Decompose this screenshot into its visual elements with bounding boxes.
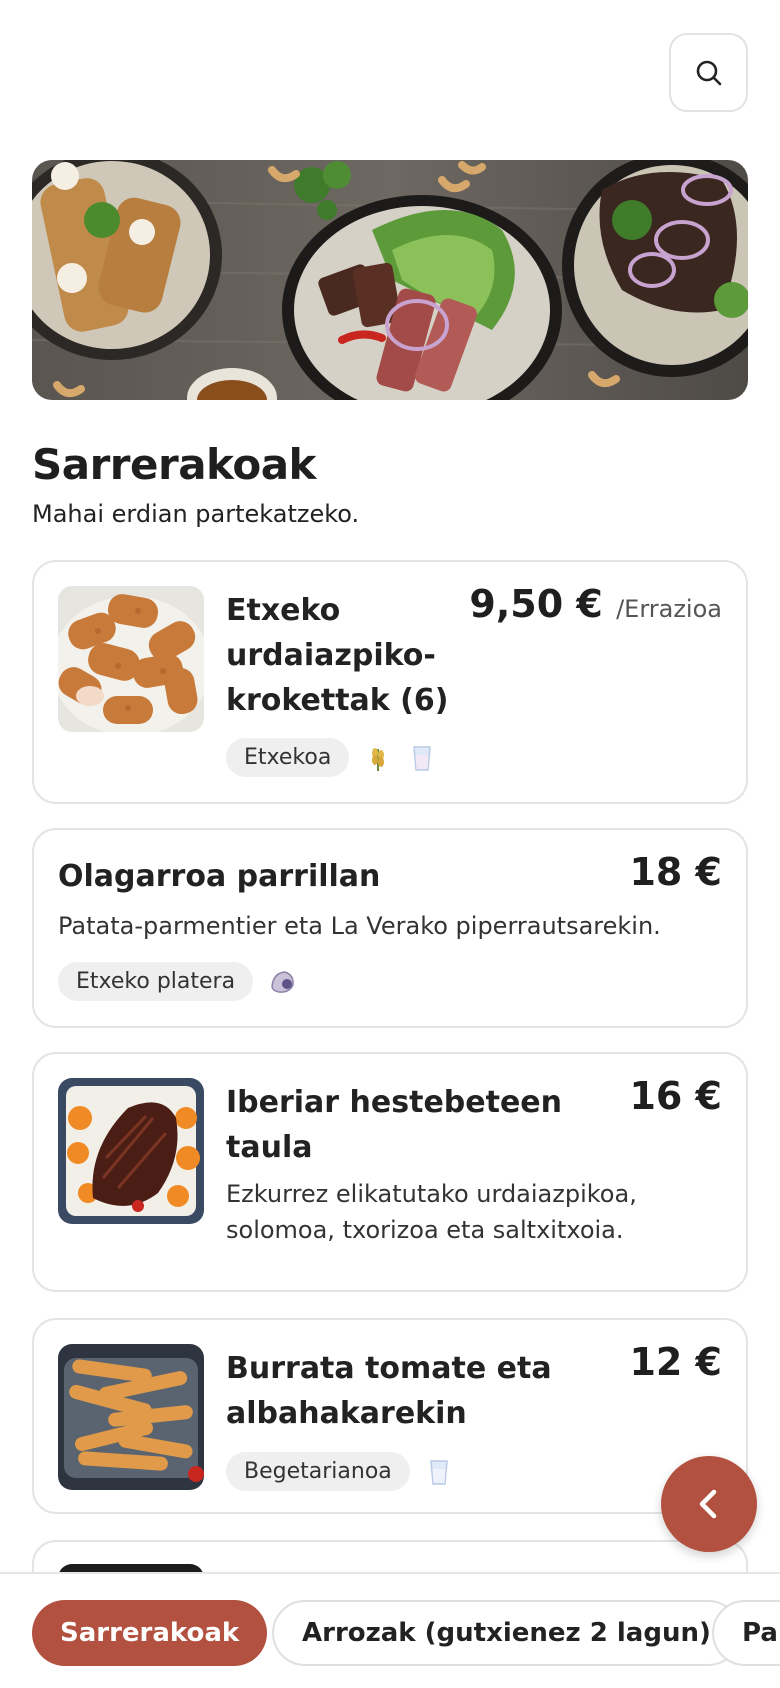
item-name: Etxeko urdaiazpiko-krokettak (6) [226, 593, 449, 718]
menu-item-card[interactable]: Olagarroa parrillan 18 € Patata-parmenti… [32, 828, 748, 1028]
item-tags: Etxekoa [226, 738, 437, 777]
item-price-value: 18 € [629, 850, 722, 894]
item-price: 9,50 € /Errazioa [469, 582, 722, 626]
item-tag: Etxekoa [226, 738, 350, 777]
section-title: Sarrerakoak [32, 440, 317, 489]
back-fab-button[interactable] [661, 1456, 757, 1552]
category-tab-par[interactable]: Par [712, 1600, 780, 1666]
category-tab-arrozak[interactable]: Arrozak (gutxienez 2 lagun) [272, 1600, 741, 1666]
gluten-wheat-icon [372, 747, 385, 771]
item-thumbnail [58, 586, 204, 732]
item-description: Patata-parmentier eta La Verako piperrau… [58, 912, 661, 940]
item-price-value: 9,50 € [469, 582, 603, 626]
menu-page: Sarrerakoak Mahai erdian partekatzeko. E… [0, 0, 780, 1688]
milk-glass-icon [413, 745, 432, 771]
search-button[interactable] [669, 33, 748, 112]
item-tag: Begetarianoa [226, 1452, 410, 1491]
category-tab-sarrerakoak[interactable]: Sarrerakoak [32, 1600, 268, 1666]
item-thumbnail [58, 1078, 204, 1224]
category-tab-bar: Sarrerakoak Arrozak (gutxienez 2 lagun) … [0, 1572, 780, 1688]
item-price-unit: /Errazioa [616, 595, 722, 623]
item-description: Ezkurrez elikatutako urdaiazpikoa, solom… [226, 1180, 637, 1244]
item-tags: Begetarianoa [226, 1452, 454, 1491]
search-icon [696, 60, 721, 85]
milk-glass-icon [429, 1459, 448, 1485]
item-price: 18 € [629, 850, 722, 894]
item-price-value: 12 € [629, 1340, 722, 1384]
mollusc-shell-icon [271, 970, 294, 993]
item-tags: Etxeko platera [58, 962, 297, 1001]
menu-item-card[interactable]: Iberiar hestebeteen taula 16 € Ezkurrez … [32, 1052, 748, 1292]
menu-item-card[interactable]: Etxeko urdaiazpiko-krokettak (6) 9,50 € … [32, 560, 748, 804]
section-subtitle: Mahai erdian partekatzeko. [32, 500, 360, 528]
item-price: 16 € [629, 1074, 722, 1118]
chevron-left-icon [699, 1489, 717, 1519]
item-price: 12 € [629, 1340, 722, 1384]
menu-item-card[interactable]: Burrata tomate eta albahakarekin 12 € Be… [32, 1318, 748, 1514]
item-price-value: 16 € [629, 1074, 722, 1118]
item-thumbnail [58, 1344, 204, 1490]
hero-image [32, 160, 748, 400]
item-name: Olagarroa parrillan [58, 859, 381, 894]
item-name: Iberiar hestebeteen taula [226, 1085, 563, 1165]
item-name: Burrata tomate eta albahakarekin [226, 1351, 552, 1431]
item-tag: Etxeko platera [58, 962, 254, 1001]
